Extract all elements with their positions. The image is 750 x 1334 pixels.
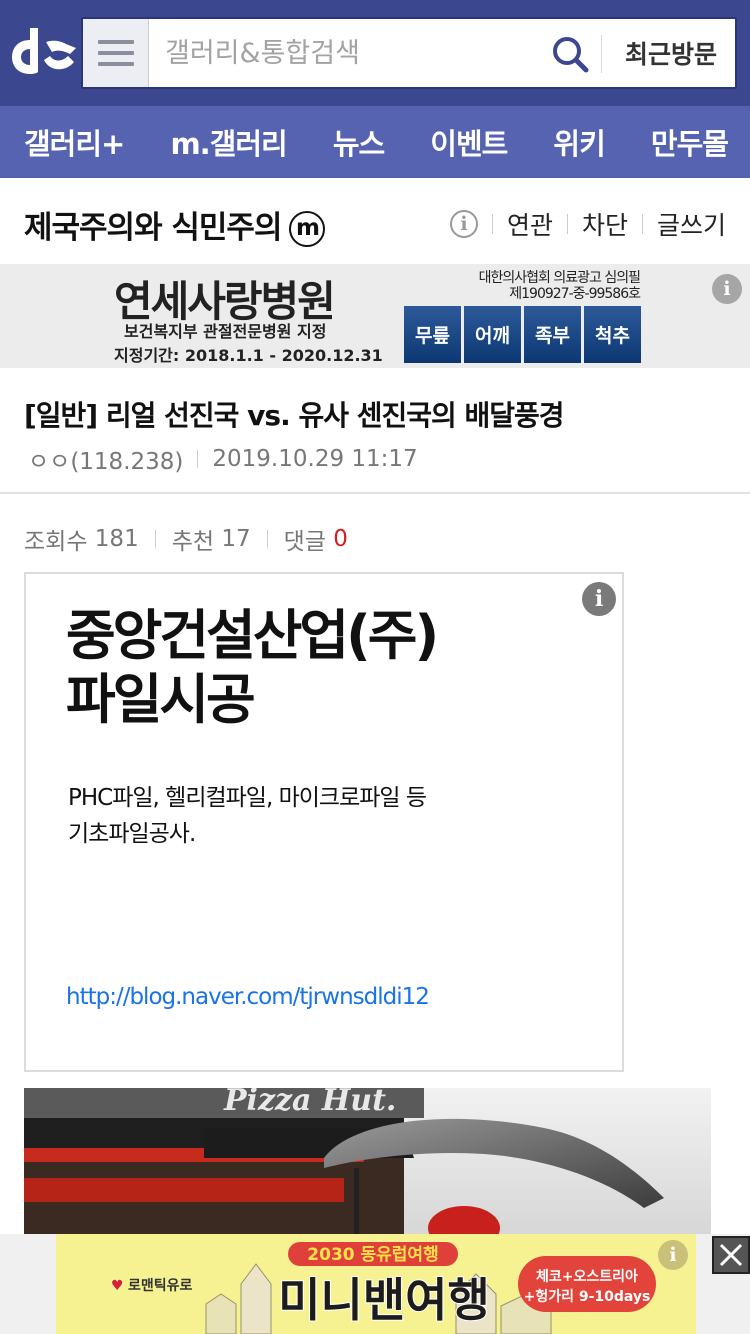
main-nav: 갤러리+ m.갤러리 뉴스 이벤트 위키 만두몰	[0, 106, 750, 178]
gallery-header: 제국주의와 식민주의 m i 연관 차단 글쓰기	[0, 178, 750, 264]
comments-label[interactable]: 댓글	[284, 522, 326, 556]
close-ad-button[interactable]	[712, 1236, 750, 1274]
ad-period-text: 지정기간: 2018.1.1 - 2020.12.31	[114, 346, 383, 365]
menu-button[interactable]	[83, 19, 149, 87]
ad-headline-line: 파일시공	[66, 668, 256, 731]
hamburger-icon-bar	[97, 40, 134, 44]
ad-tag-foot[interactable]: 족부	[524, 306, 581, 363]
hamburger-icon-bar	[97, 62, 134, 66]
comments-count[interactable]: 0	[333, 526, 348, 552]
divider	[491, 214, 493, 234]
ad-description: PHC파일, 헬리컬파일, 마이크로파일 등 기초파일공사.	[68, 780, 568, 852]
ad-review-notice-line: 제190927-중-99586호	[509, 286, 641, 302]
divider	[154, 530, 156, 548]
views-label: 조회수	[24, 529, 88, 555]
recent-visits-button[interactable]: 최근방문	[607, 19, 735, 87]
minor-gallery-badge: m	[289, 211, 326, 247]
recommend-count: 17	[221, 526, 251, 552]
gallery-title-text[interactable]: 제국주의와 식민주의	[24, 210, 282, 246]
hamburger-icon-bar	[97, 51, 134, 55]
block-button[interactable]: 차단	[582, 206, 628, 242]
top-bar: 최근방문	[0, 0, 750, 106]
ad-description-line: 기초파일공사.	[68, 821, 196, 847]
ad-brand: 로맨틱유로	[128, 1277, 193, 1294]
nav-news[interactable]: 뉴스	[333, 121, 385, 163]
divider	[566, 214, 568, 234]
ad-info-icon[interactable]: i	[582, 582, 616, 616]
search-icon[interactable]	[551, 35, 589, 73]
ad-headline-line: 중앙건설산업(주)	[66, 604, 439, 667]
ad-description-line: PHC파일, 헬리컬파일, 마이크로파일 등	[68, 785, 427, 811]
ad-info-icon[interactable]: i	[712, 274, 742, 304]
write-button[interactable]: 글쓰기	[657, 206, 726, 242]
recommend-label: 추천	[171, 529, 215, 555]
ad-info-icon[interactable]: i	[658, 1240, 688, 1270]
ad-tag-knee[interactable]: 무릎	[404, 306, 461, 363]
nav-m-gallery[interactable]: m.갤러리	[170, 121, 287, 163]
divider	[266, 530, 268, 548]
post-header: [일반] 리얼 선진국 vs. 유사 센진국의 배달풍경 ㅇㅇ(118.238)…	[0, 368, 750, 494]
ad-tag-spine[interactable]: 척추	[584, 306, 641, 363]
pizza-hut-sign: Pizza Hut.	[223, 1088, 396, 1118]
nav-wiki[interactable]: 위키	[553, 121, 605, 163]
nav-mandumall[interactable]: 만두몰	[651, 121, 729, 163]
travel-ad-banner[interactable]: ♥ 로맨틱유로 2030 동유럽여행 미니밴여행 체코+오스트리아 +헝가리 9…	[56, 1234, 696, 1334]
post-title: [일반] 리얼 선진국 vs. 유사 센진국의 배달풍경	[24, 399, 565, 432]
ad-banner-main: 미니밴여행	[278, 1273, 490, 1327]
search-input[interactable]	[165, 19, 555, 87]
ad-banner-top: 2030 동유럽여행	[307, 1245, 438, 1265]
related-button[interactable]: 연관	[507, 206, 553, 242]
ad-designation-text: 보건복지부 관절전문병원 지정	[124, 322, 327, 341]
post-image-pizza-hut[interactable]: Pizza Hut.	[24, 1088, 711, 1238]
divider	[601, 35, 602, 73]
ad-link[interactable]: http://blog.naver.com/tjrwnsdldi12	[66, 984, 430, 1010]
ad-review-notice: 대한의사협회 의료광고 심의필 제190927-중-99586호	[460, 270, 641, 302]
ad-tag-shoulder[interactable]: 어깨	[464, 306, 521, 363]
post-stats: 조회수 181 추천 17 댓글 0	[24, 522, 348, 556]
svg-text:♥: ♥	[111, 1278, 124, 1294]
close-icon	[719, 1243, 743, 1267]
gallery-actions: i 연관 차단 글쓰기	[449, 206, 726, 242]
bottom-ad-bar: ♥ 로맨틱유로 2030 동유럽여행 미니밴여행 체코+오스트리아 +헝가리 9…	[0, 1234, 750, 1334]
nav-event[interactable]: 이벤트	[430, 121, 508, 163]
post-meta: ㅇㅇ(118.238) 2019.10.29 11:17	[28, 442, 418, 476]
ad-review-notice-line: 대한의사협회 의료광고 심의필	[478, 270, 641, 286]
divider	[641, 214, 643, 234]
post-datetime: 2019.10.29 11:17	[212, 446, 418, 472]
post-author[interactable]: ㅇㅇ(118.238)	[28, 442, 183, 476]
ad-badge-line: +헝가리 9-10days	[524, 1288, 651, 1305]
ad-headline: 중앙건설산업(주) 파일시공	[66, 604, 586, 732]
divider	[197, 450, 199, 468]
info-icon[interactable]: i	[449, 210, 478, 238]
pizza-hut-photo: Pizza Hut.	[24, 1088, 711, 1238]
text-ad-card[interactable]: 중앙건설산업(주) 파일시공 PHC파일, 헬리컬파일, 마이크로파일 등 기초…	[24, 572, 624, 1072]
ad-badge-line: 체코+오스트리아	[536, 1268, 638, 1285]
travel-ad-graphic: ♥ 로맨틱유로 2030 동유럽여행 미니밴여행 체코+오스트리아 +헝가리 9…	[56, 1234, 696, 1334]
gallery-title[interactable]: 제국주의와 식민주의 m	[24, 202, 326, 247]
nav-gallery-plus[interactable]: 갤러리+	[24, 121, 125, 163]
search-box: 최근방문	[81, 17, 737, 89]
views-count: 181	[94, 526, 139, 552]
dc-logo[interactable]	[10, 26, 78, 78]
